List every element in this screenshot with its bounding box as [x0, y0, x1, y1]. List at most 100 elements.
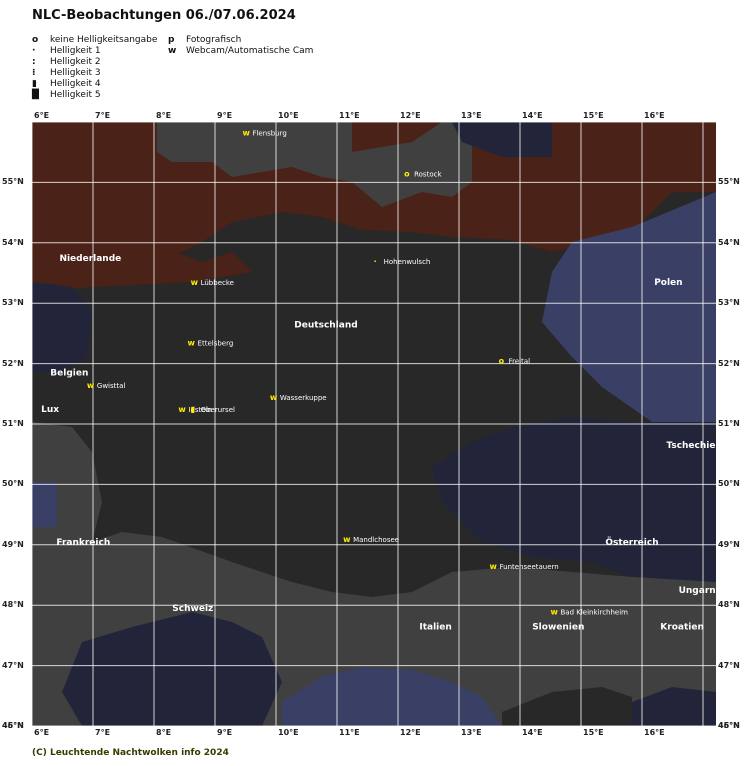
observation-marker: o	[499, 357, 505, 366]
lat-label-left: 48°N	[2, 600, 24, 610]
legend-label: Helligkeit 4	[50, 78, 101, 89]
legend-item: o keine Helligkeitsangabe	[32, 34, 157, 45]
observation-label: Oberursel	[201, 406, 235, 414]
lat-label-right: 55°N	[718, 177, 740, 187]
lat-label-left: 55°N	[2, 177, 24, 187]
lat-label-left: 45°N	[2, 721, 24, 730]
lon-label-top: 10°E	[278, 111, 299, 120]
lat-label-right: 50°N	[718, 479, 740, 489]
lat-label-right: 52°N	[718, 358, 740, 368]
lat-label-left: 53°N	[2, 298, 24, 308]
lon-label-bottom: 9°E	[217, 728, 233, 737]
legend-symbol: p	[168, 34, 175, 45]
country-label: Frankreich	[56, 538, 110, 548]
country-label: Slowenien	[532, 622, 584, 632]
lat-label-left: 54°N	[2, 237, 24, 247]
legend-label: Helligkeit 2	[50, 56, 101, 67]
lat-label-right: 53°N	[718, 298, 740, 308]
lon-label-top: 8°E	[156, 111, 172, 120]
country-label: Österreich	[605, 537, 658, 548]
observation-label: Freital	[509, 358, 531, 366]
lon-label-top: 9°E	[217, 111, 233, 120]
observation-marker: ·	[374, 257, 377, 266]
legend-symbol: ·	[32, 45, 36, 56]
observation-marker: w	[490, 562, 498, 571]
observation-marker: w	[87, 381, 95, 390]
legend-symbol: ▮	[32, 78, 37, 89]
lon-label-bottom: 10°E	[278, 728, 299, 737]
lon-label-top: 12°E	[400, 111, 421, 120]
legend-item: ▮ Helligkeit 4	[32, 78, 101, 89]
legend-label: Helligkeit 1	[50, 45, 101, 56]
lon-label-top: 14°E	[522, 111, 543, 120]
legend-item: █ Helligkeit 5	[32, 89, 101, 100]
country-label: Tschechien	[666, 441, 716, 451]
legend-item: w Webcam/Automatische Cam	[168, 45, 313, 56]
country-label: Kroatien	[660, 622, 704, 632]
observation-marker: w	[270, 393, 278, 402]
country-label: Niederlande	[59, 254, 121, 264]
lon-label-bottom: 13°E	[461, 728, 482, 737]
region-lux	[32, 482, 57, 527]
lon-label-bottom: 14°E	[522, 728, 543, 737]
legend-label: Helligkeit 3	[50, 67, 101, 78]
observation-label: Hohenwulsch	[384, 258, 431, 266]
legend-symbol: ⁝	[32, 67, 36, 78]
observation-marker: ▮	[191, 405, 195, 414]
observation-marker: o	[404, 169, 410, 178]
lat-label-left: 47°N	[2, 660, 24, 670]
observation-label: Flensburg	[252, 129, 286, 137]
observation-marker: w	[178, 405, 186, 414]
legend-label: keine Helligkeitsangabe	[50, 34, 158, 45]
lon-label-bottom: 6°E	[34, 728, 50, 737]
lon-label-bottom: 12°E	[400, 728, 421, 737]
legend-label: Helligkeit 5	[50, 89, 101, 100]
observation-marker: w	[343, 535, 351, 544]
lon-label-top: 11°E	[339, 111, 360, 120]
lat-label-right: 51°N	[718, 419, 740, 428]
lon-label-bottom: 15°E	[583, 728, 604, 737]
legend-label: Webcam/Automatische Cam	[186, 45, 314, 56]
lon-label-bottom: 16°E	[644, 728, 665, 737]
lat-label-left: 51°N	[2, 419, 24, 428]
legend-item: · Helligkeit 1	[32, 45, 101, 56]
country-label: Schweiz	[172, 604, 213, 614]
lon-label-top: 15°E	[583, 111, 604, 120]
lon-label-bottom: 11°E	[339, 728, 360, 737]
lon-label-bottom: 8°E	[156, 728, 172, 737]
observation-marker: w	[551, 607, 559, 616]
lat-label-right: 48°N	[718, 600, 740, 610]
lat-label-right: 47°N	[718, 660, 740, 670]
legend-symbol: :	[32, 56, 36, 67]
observation-label: Mandlchosee	[353, 536, 399, 544]
lon-label-top: 13°E	[461, 111, 482, 120]
observation-label: Gwisttal	[97, 382, 126, 390]
lat-label-left: 49°N	[2, 539, 24, 549]
lat-label-left: 52°N	[2, 358, 24, 368]
country-label: Lux	[41, 405, 59, 415]
legend-item: : Helligkeit 2	[32, 56, 101, 67]
lon-label-top: 7°E	[95, 111, 111, 120]
lat-label-right: 54°N	[718, 237, 740, 247]
credit-line: (C) Leuchtende Nachtwolken info 2024	[32, 748, 229, 758]
observation-marker: w	[191, 278, 199, 287]
country-label: Polen	[654, 278, 682, 288]
observation-label: Lübbecke	[201, 279, 234, 287]
observation-label: Bad Kleinkirchheim	[561, 608, 629, 616]
legend-label: Fotografisch	[186, 34, 242, 45]
country-label: Ungarn	[679, 586, 716, 596]
lon-label-top: 16°E	[644, 111, 665, 120]
legend-item: p Fotografisch	[168, 34, 241, 45]
observation-marker: w	[188, 338, 196, 347]
observation-label: Wasserkuppe	[280, 394, 327, 402]
lon-label-top: 6°E	[34, 111, 50, 120]
lon-label-bottom: 7°E	[95, 728, 111, 737]
legend-symbol: █	[32, 89, 39, 100]
country-label: Italien	[419, 622, 451, 632]
nlc-map: DänemarkSchwedenNiederlandePolenDeutschl…	[32, 122, 716, 726]
observation-label: Ettelsberg	[198, 339, 234, 347]
legend-symbol: w	[168, 45, 177, 56]
map-title: NLC-Beobachtungen 06./07.06.2024	[32, 8, 296, 23]
country-label: Belgien	[50, 369, 88, 379]
legend-symbol: o	[32, 34, 39, 45]
